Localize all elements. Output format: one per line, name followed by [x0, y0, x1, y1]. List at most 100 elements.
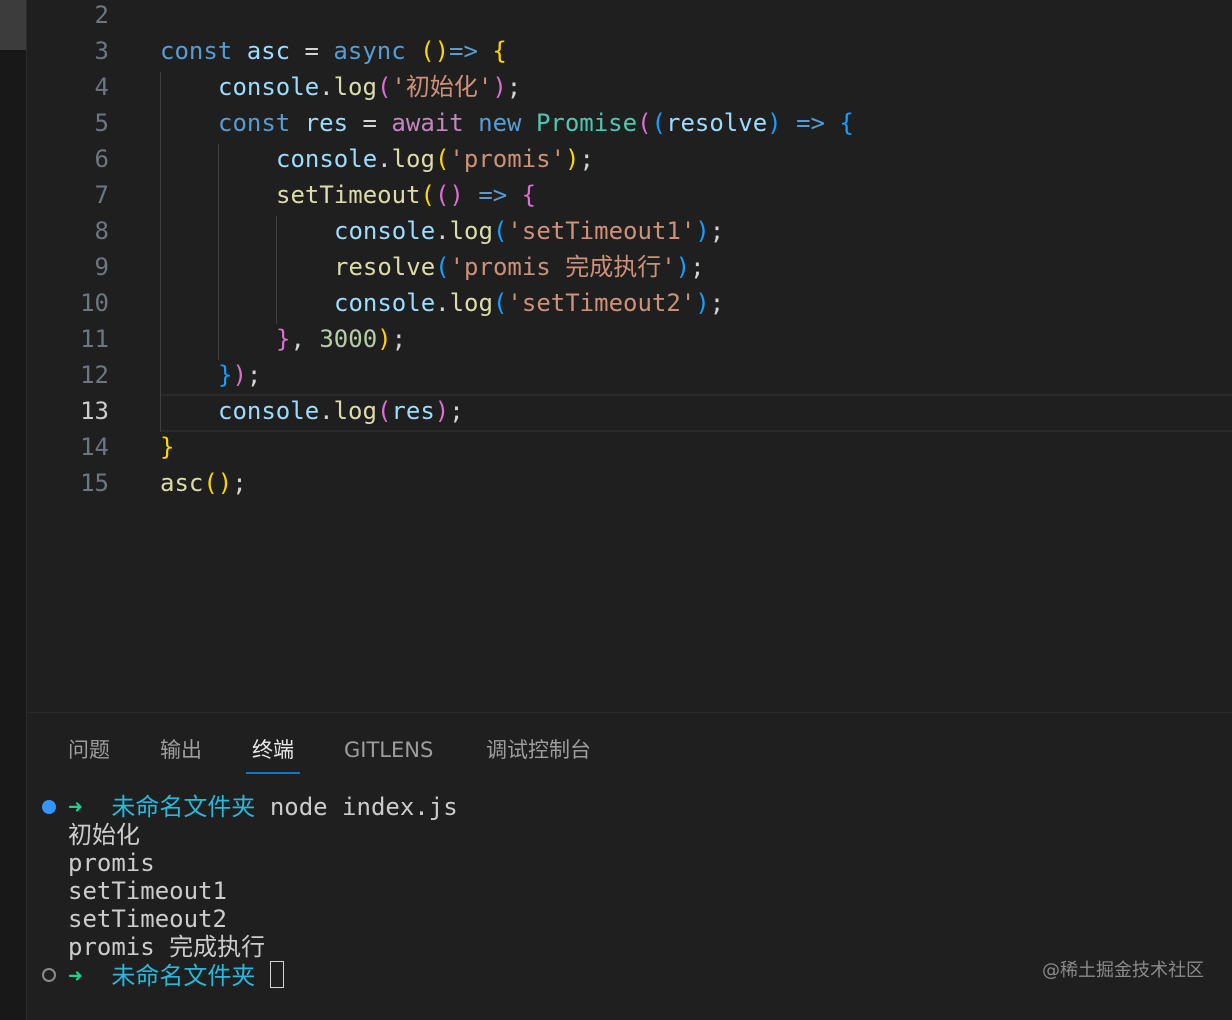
token-punctuation: , — [290, 325, 305, 353]
terminal-output-line: promis 完成执行 — [68, 933, 266, 961]
tab-problems[interactable]: 问题 — [68, 735, 110, 765]
token-function: log — [333, 397, 377, 425]
token-arrow: => — [478, 181, 508, 209]
token-keyword: await — [391, 109, 464, 137]
token-bracket: ) — [377, 325, 392, 353]
code-line[interactable]: 2 — [27, 0, 1232, 33]
line-number: 11 — [80, 325, 109, 353]
code-line[interactable]: 9 resolve('promis 完成执行'); — [27, 249, 1232, 285]
code-line[interactable]: 5 const res = await new Promise((resolve… — [27, 105, 1232, 141]
token-keyword: async — [333, 37, 406, 65]
token-bracket: ) — [492, 73, 507, 101]
token-function: log — [449, 217, 493, 245]
code-line[interactable]: 6 console.log('promis'); — [27, 141, 1232, 177]
terminal-cwd: 未命名文件夹 — [111, 793, 256, 821]
token-punctuation: ; — [709, 217, 725, 245]
code-editor[interactable]: 2 3 const asc = async ()=> { 4 console.l… — [27, 0, 1232, 712]
token-bracket: ( — [420, 181, 435, 209]
line-number: 15 — [80, 469, 109, 497]
code-text: }); — [218, 357, 261, 393]
token-variable: asc — [246, 37, 291, 65]
token-operator: = — [304, 37, 319, 65]
token-bracket: ) — [675, 253, 691, 281]
watermark: @稀土掘金技术社区 — [1042, 960, 1204, 981]
tab-gitlens[interactable]: GITLENS — [344, 735, 433, 765]
token-string: 'setTimeout1' — [507, 217, 696, 245]
token-bracket: ( — [376, 397, 392, 425]
token-bracket: ( — [376, 73, 392, 101]
token-punctuation: ; — [579, 145, 594, 173]
token-bracket: () — [420, 37, 450, 65]
token-bracket: ) — [695, 217, 710, 245]
token-variable: console — [276, 145, 378, 173]
line-number: 5 — [94, 109, 109, 137]
code-line[interactable]: 12 }); — [27, 357, 1232, 393]
code-line[interactable]: 7 setTimeout(() => { — [27, 177, 1232, 213]
line-number: 9 — [94, 253, 109, 281]
token-variable: console — [334, 289, 436, 317]
line-number: 6 — [94, 145, 109, 173]
token-bracket: { — [492, 37, 507, 65]
code-line[interactable]: 10 console.log('setTimeout2'); — [27, 285, 1232, 321]
token-bracket: } — [218, 361, 233, 389]
token-bracket: { — [521, 181, 537, 209]
token-bracket: ) — [434, 397, 450, 425]
token-number: 3000 — [319, 325, 378, 353]
token-punctuation: . — [319, 397, 334, 425]
code-line[interactable]: 15 asc(); — [27, 465, 1232, 501]
code-line[interactable]: 4 console.log('初始化'); — [27, 69, 1232, 105]
terminal-output-line: 初始化 — [68, 821, 140, 849]
code-line-current[interactable]: 13 console.log(res); — [27, 393, 1232, 429]
line-number: 4 — [94, 73, 109, 101]
line-number: 2 — [94, 1, 109, 29]
code-line[interactable]: 8 console.log('setTimeout1'); — [27, 213, 1232, 249]
token-variable: console — [218, 397, 320, 425]
token-keyword: const — [160, 37, 233, 65]
tab-debug-console[interactable]: 调试控制台 — [486, 735, 591, 765]
token-keyword: new — [478, 109, 522, 137]
token-function: log — [449, 289, 493, 317]
token-string: 'promis' — [449, 145, 566, 173]
code-text: resolve('promis 完成执行'); — [334, 249, 705, 285]
token-parameter: resolve — [666, 109, 768, 137]
token-punctuation: ; — [246, 361, 262, 389]
command-success-decoration-icon[interactable] — [42, 800, 56, 814]
token-bracket: ( — [492, 217, 508, 245]
code-text: } — [160, 429, 174, 465]
token-punctuation: . — [435, 217, 450, 245]
token-string: 'promis 完成执行' — [449, 253, 676, 281]
code-line[interactable]: 11 }, 3000); — [27, 321, 1232, 357]
code-text: const res = await new Promise((resolve) … — [218, 105, 854, 141]
token-function: setTimeout — [276, 181, 421, 209]
token-bracket: ( — [492, 289, 508, 317]
terminal-output-line: setTimeout2 — [68, 905, 227, 933]
token-function: asc — [160, 469, 204, 497]
token-punctuation: . — [377, 145, 392, 173]
token-punctuation: ; — [391, 325, 407, 353]
token-bracket: () — [203, 469, 233, 497]
tab-terminal[interactable]: 终端 — [252, 735, 294, 765]
active-tab-indicator — [246, 772, 300, 774]
token-punctuation: ; — [709, 289, 725, 317]
code-line[interactable]: 3 const asc = async ()=> { — [27, 33, 1232, 69]
token-punctuation: ; — [506, 73, 522, 101]
token-bracket: { — [839, 109, 854, 137]
terminal-prompt-line: ➜ 未命名文件夹 node index.js — [68, 793, 458, 821]
token-variable: res — [391, 397, 435, 425]
terminal-prompt-line[interactable]: ➜ 未命名文件夹 — [68, 961, 284, 990]
code-line[interactable]: 14 } — [27, 429, 1232, 465]
token-arrow: => — [449, 37, 478, 65]
command-pending-decoration-icon[interactable] — [42, 968, 56, 982]
token-variable: console — [218, 73, 320, 101]
token-bracket: ) — [565, 145, 580, 173]
token-bracket: } — [276, 325, 291, 353]
tab-output[interactable]: 输出 — [160, 735, 202, 765]
token-arrow: => — [796, 109, 825, 137]
code-text: asc(); — [160, 465, 247, 501]
code-text: console.log(res); — [218, 393, 464, 429]
terminal-cwd: 未命名文件夹 — [111, 962, 256, 990]
token-bracket: ( — [434, 145, 450, 173]
token-bracket: () — [434, 181, 464, 209]
token-keyword: const — [218, 109, 291, 137]
line-number: 8 — [94, 217, 109, 245]
